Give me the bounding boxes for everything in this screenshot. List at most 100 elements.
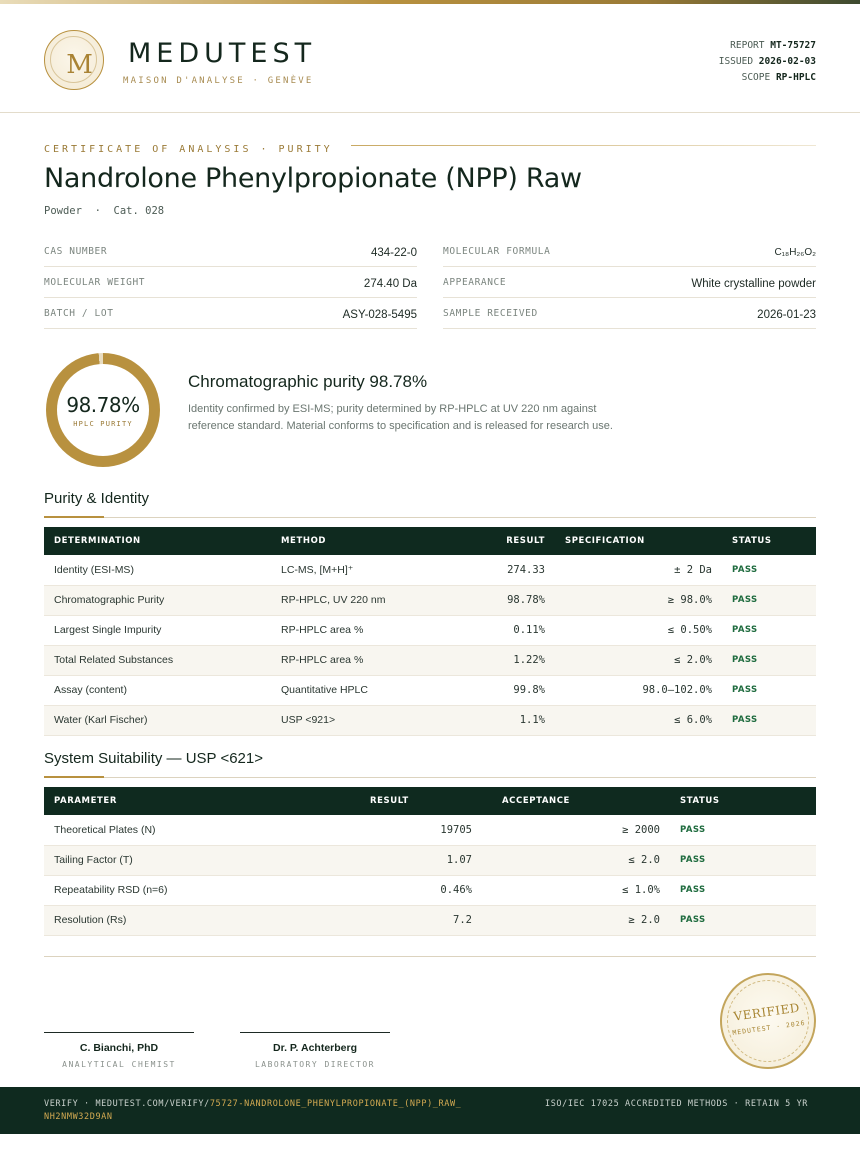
report-header: M MEDUTEST MAISON D'ANALYSE · GENÈVE REP… (0, 4, 860, 113)
property-value: 274.40 Da (363, 278, 417, 290)
product-subtitle: Powder · Cat. 028 (44, 205, 165, 217)
specification-cell: ≥ 98.0% (555, 585, 722, 616)
determination-cell: Water (Karl Fischer) (44, 705, 271, 736)
table-row: Largest Single Impurity RP-HPLC area % 0… (44, 615, 816, 646)
determination-cell: Chromatographic Purity (44, 585, 271, 616)
property-label: MOLECULAR FORMULA (443, 246, 551, 257)
purity-ring-gauge: 98.78% HPLC PURITY (46, 353, 160, 467)
acceptance-cell: ≥ 2000 (482, 815, 670, 846)
purity-description: Identity confirmed by ESI-MS; purity det… (188, 403, 613, 432)
table-row: Chromatographic Purity RP-HPLC, UV 220 n… (44, 585, 816, 616)
determination-cell: Assay (content) (44, 675, 271, 706)
result-cell: 1.1% (461, 705, 555, 736)
report-id-line: REPORT MT-75727 (719, 38, 816, 54)
purity-label: HPLC PURITY (73, 420, 133, 428)
result-cell: 19705 (314, 815, 482, 846)
purity-value: 98.78% (66, 393, 140, 417)
status-badge: PASS (722, 615, 816, 646)
verify-link[interactable]: VERIFY · MEDUTEST.COM/VERIFY/75727-NANDR… (44, 1098, 464, 1123)
purity-ring-center: 98.78% HPLC PURITY (57, 364, 149, 456)
status-badge: PASS (722, 705, 816, 736)
status-badge: PASS (722, 675, 816, 706)
property-value: 434-22-0 (370, 247, 417, 259)
result-cell: 98.78% (461, 585, 555, 616)
table-row: Theoretical Plates (N) 19705 ≥ 2000 PASS (44, 815, 816, 846)
verify-prefix: VERIFY · MEDUTEST.COM/VERIFY/ (44, 1099, 210, 1109)
page-title: Nandrolone Phenylpropionate (NPP) Raw (44, 163, 582, 194)
table-row: Assay (content) Quantitative HPLC 99.8% … (44, 675, 816, 706)
column-header: STATUS (680, 796, 720, 806)
section-accent (44, 516, 104, 518)
result-cell: 0.11% (461, 615, 555, 646)
specification-cell: ≤ 6.0% (555, 705, 722, 736)
property-label: CAS NUMBER (44, 246, 108, 257)
table-header-row: PARAMETER RESULT ACCEPTANCE STATUS (44, 787, 816, 815)
parameter-cell: Resolution (Rs) (44, 905, 314, 936)
property-value: White crystalline powder (691, 278, 816, 290)
table-row: Total Related Substances RP-HPLC area % … (44, 645, 816, 676)
determination-cell: Identity (ESI-MS) (44, 555, 271, 586)
status-badge: PASS (670, 875, 816, 906)
column-header: RESULT (506, 536, 545, 546)
parameter-cell: Theoretical Plates (N) (44, 815, 314, 846)
column-header: RESULT (370, 796, 409, 806)
table-row: Water (Karl Fischer) USP <921> 1.1% ≤ 6.… (44, 705, 816, 736)
column-header: PARAMETER (54, 796, 117, 806)
section-heading-purity-identity: Purity & Identity (44, 490, 150, 507)
report-meta: REPORT MT-75727 ISSUED 2026-02-03 SCOPE … (719, 38, 816, 86)
method-cell: USP <921> (271, 705, 461, 736)
purity-identity-table: DETERMINATION METHOD RESULT SPECIFICATIO… (44, 527, 816, 736)
report-number: MT-75727 (770, 40, 816, 51)
column-header: ACCEPTANCE (502, 796, 570, 806)
scope-value: RP-HPLC (775, 72, 816, 83)
result-cell: 1.22% (461, 645, 555, 676)
logo-inner-ring: M (50, 36, 97, 83)
table-row: Tailing Factor (T) 1.07 ≤ 2.0 PASS (44, 845, 816, 876)
accreditation-note: ISO/IEC 17025 ACCREDITED METHODS · RETAI… (545, 1099, 809, 1109)
property-value: 2026-01-23 (757, 309, 816, 321)
table-row: Resolution (Rs) 7.2 ≥ 2.0 PASS (44, 905, 816, 936)
purity-heading: Chromatographic purity 98.78% (188, 372, 428, 391)
status-badge: PASS (670, 905, 816, 936)
acceptance-cell: ≤ 2.0 (482, 845, 670, 876)
certificate-kicker-row: CERTIFICATE OF ANALYSIS · PURITY (44, 139, 816, 155)
property-label: BATCH / LOT (44, 308, 114, 319)
result-cell: 7.2 (314, 905, 482, 936)
specification-cell: ≤ 2.0% (555, 645, 722, 676)
status-badge: PASS (722, 585, 816, 616)
determination-cell: Total Related Substances (44, 645, 271, 676)
property-sample-received: SAMPLE RECEIVED 2026-01-23 (443, 298, 816, 329)
system-suitability-table: PARAMETER RESULT ACCEPTANCE STATUS Theor… (44, 787, 816, 936)
signatory-name: Dr. P. Achterberg (272, 1042, 358, 1054)
status-badge: PASS (722, 555, 816, 586)
property-label: SAMPLE RECEIVED (443, 308, 538, 319)
table-header-row: DETERMINATION METHOD RESULT SPECIFICATIO… (44, 527, 816, 555)
result-cell: 99.8% (461, 675, 555, 706)
property-label: APPEARANCE (443, 277, 507, 288)
kicker-rule (351, 145, 816, 146)
signatory-role: LABORATORY DIRECTOR (254, 1060, 375, 1069)
brand-name: MEDUTEST (128, 38, 317, 69)
scope-label: SCOPE (741, 72, 771, 83)
column-header: METHOD (281, 536, 327, 546)
property-label: MOLECULAR WEIGHT (44, 277, 146, 288)
specification-cell: ≤ 0.50% (555, 615, 722, 646)
property-value: C₁₈H₂₆O₂ (774, 247, 816, 258)
status-badge: PASS (722, 645, 816, 676)
column-header: DETERMINATION (54, 536, 141, 546)
status-badge: PASS (670, 845, 816, 876)
specification-cell: ± 2 Da (555, 555, 722, 586)
column-header: SPECIFICATION (565, 536, 645, 546)
acceptance-cell: ≥ 2.0 (482, 905, 670, 936)
table-row: Identity (ESI-MS) LC-MS, [M+H]⁺ 274.33 ±… (44, 555, 816, 586)
method-cell: RP-HPLC area % (271, 615, 461, 646)
property-batch-lot: BATCH / LOT ASY-028-5495 (44, 298, 417, 329)
verified-stamp: VERIFIED MEDUTEST · 2026 (713, 966, 823, 1076)
logo-letter: M (66, 50, 93, 80)
acceptance-cell: ≤ 1.0% (482, 875, 670, 906)
determination-cell: Largest Single Impurity (44, 615, 271, 646)
property-appearance: APPEARANCE White crystalline powder (443, 267, 816, 298)
signature-laboratory-director: Dr. P. Achterberg LABORATORY DIRECTOR (240, 1032, 390, 1069)
certificate-kicker: CERTIFICATE OF ANALYSIS · PURITY (44, 144, 343, 155)
section-accent (44, 776, 104, 778)
